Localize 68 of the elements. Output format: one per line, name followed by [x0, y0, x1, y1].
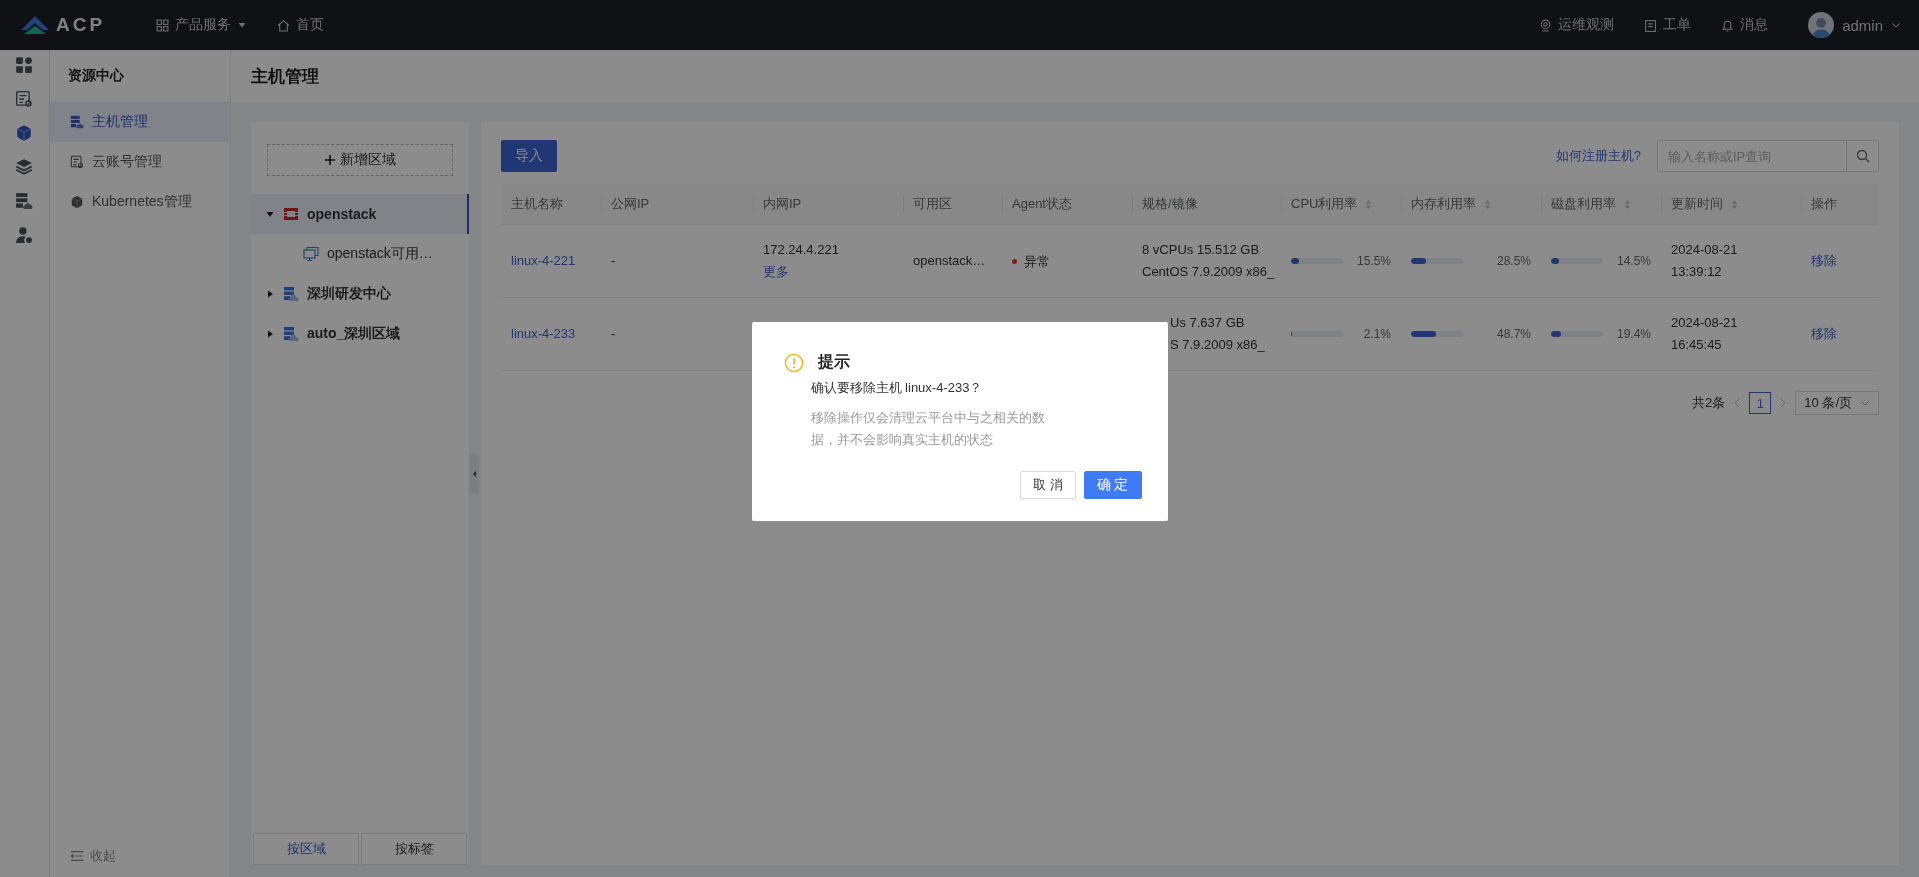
table-cell-text: S 7.9.2009 x86_	[1170, 336, 1266, 354]
tree-node-label: openstack	[307, 206, 377, 222]
remove-link[interactable]: 移除	[1811, 253, 1837, 268]
table-cell: -	[611, 253, 616, 268]
nav-link[interactable]: 消息	[1721, 16, 1769, 34]
collapse-button[interactable]: 收起	[50, 847, 230, 877]
nav-link[interactable]: 产品服务	[156, 16, 247, 34]
column-header[interactable]: 更新时间	[1661, 184, 1801, 225]
page-button[interactable]: 1	[1749, 392, 1772, 414]
usage-reading: 14.5%	[1616, 253, 1651, 270]
nav-link[interactable]: 运维观测	[1539, 16, 1615, 34]
tree-node-label: openstack可用…	[327, 245, 433, 263]
sidebar-item[interactable]: 主机管理	[50, 102, 230, 142]
column-header: Agent状态	[1002, 184, 1132, 225]
column-header: 公网IP	[601, 184, 753, 225]
table-cell-text: 2024-08-21	[1671, 241, 1739, 259]
status-text: 异常	[1024, 252, 1050, 271]
dialog-detail: 移除操作仅会清理云平台中与之相关的数据，并不会影响真实主机的状态	[810, 409, 1046, 449]
help-link[interactable]: 如何注册主机?	[1555, 147, 1641, 165]
usage-reading: 2.1%	[1363, 326, 1391, 343]
nav-link[interactable]: 工单	[1644, 16, 1692, 34]
more-link[interactable]: 更多	[763, 264, 789, 279]
tree-node[interactable]: openstack	[251, 194, 469, 234]
logo-text: ACP	[56, 14, 106, 36]
sidebar-title: 资源中心	[67, 66, 125, 85]
user-menu[interactable]: admin	[1808, 12, 1901, 38]
table-cell-text: 16:45:45	[1671, 336, 1723, 354]
sidebar-item[interactable]: 云账号管理	[50, 142, 230, 182]
host-name-link[interactable]: linux-4-221	[511, 253, 576, 268]
tab[interactable]: 按标签	[361, 833, 467, 865]
table-cell-text: 8 vCPUs 15.512 GB	[1142, 241, 1261, 259]
page-title: 主机管理	[251, 65, 319, 88]
dialog-title: 提示	[817, 352, 850, 372]
column-header: 可用区	[903, 184, 1002, 225]
usage-reading: 48.7%	[1496, 326, 1531, 343]
nav-link[interactable]: 首页	[277, 16, 324, 34]
column-header: 主机名称	[501, 184, 601, 225]
add-region-button[interactable]: 新增区域	[267, 144, 453, 176]
usage-reading: 28.5%	[1496, 253, 1531, 270]
column-header: 内网IP	[753, 184, 903, 225]
table-cell: openstack…	[913, 253, 986, 268]
tree-node-label: 深圳研发中心	[307, 285, 391, 303]
tree-node[interactable]: 深圳研发中心	[251, 274, 469, 314]
usage-reading: 15.5%	[1356, 253, 1391, 270]
sidebar-item[interactable]: Kubernetes管理	[50, 182, 230, 222]
table-cell-text: Us 7.637 GB	[1170, 314, 1246, 332]
remove-link[interactable]: 移除	[1811, 326, 1837, 341]
host-name-link[interactable]: linux-4-233	[511, 326, 576, 341]
table-cell: -	[611, 326, 616, 341]
tab[interactable]: 按区域	[253, 833, 359, 865]
total-count: 共2条	[1692, 394, 1726, 412]
cancel-button[interactable]: 取 消	[1020, 471, 1076, 499]
import-button[interactable]: 导入	[501, 140, 557, 172]
table-cell-text: 2024-08-21	[1671, 314, 1739, 332]
usage-reading: 19.4%	[1616, 326, 1651, 343]
column-header[interactable]: 内存利用率	[1401, 184, 1541, 225]
table-cell-text: 13:39:12	[1671, 263, 1723, 281]
table-cell-text: 172.24.4.221	[763, 241, 840, 259]
column-header: 规格/镜像	[1132, 184, 1281, 225]
column-header[interactable]: 磁盘利用率	[1541, 184, 1661, 225]
tree-node[interactable]: auto_深圳区域	[251, 314, 469, 354]
confirm-button[interactable]: 确 定	[1083, 471, 1142, 499]
tree-node[interactable]: openstack可用…	[251, 234, 469, 274]
page-size-select[interactable]: 10 条/页	[1795, 391, 1879, 415]
column-header: 操作	[1801, 184, 1879, 225]
dialog-message: 确认要移除主机 linux-4-233？	[810, 379, 984, 397]
column-header[interactable]: CPU利用率	[1281, 184, 1401, 225]
tree-node-label: auto_深圳区域	[307, 325, 401, 343]
